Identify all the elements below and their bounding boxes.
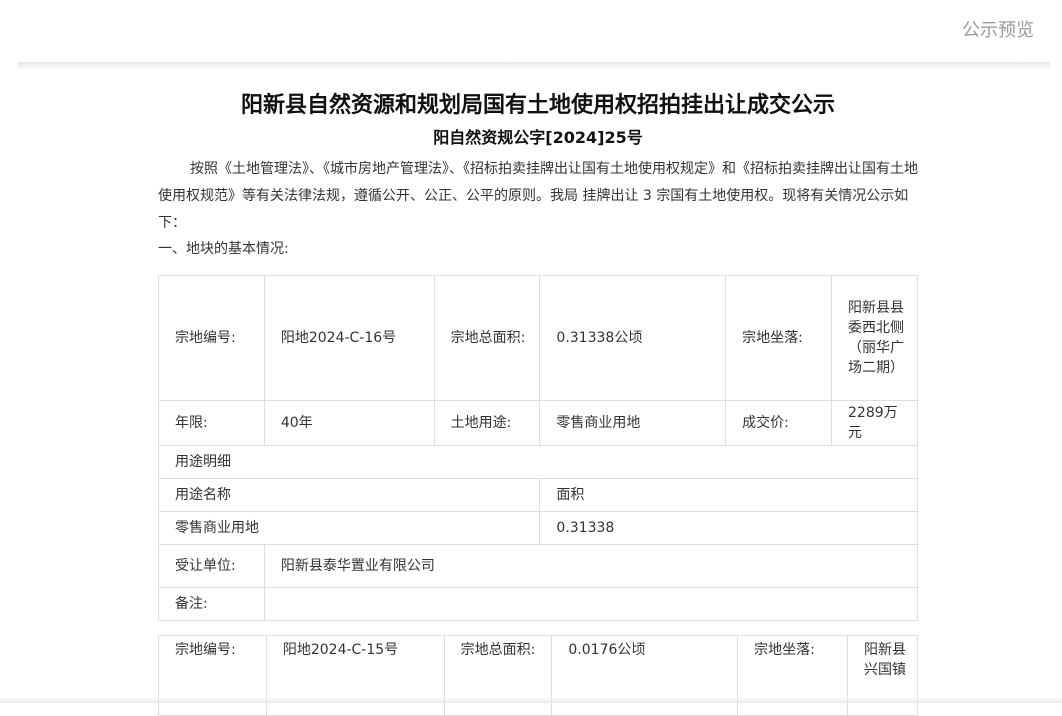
table-row: 零售商业用地 0.31338	[157, 511, 918, 545]
price-label: 成交价:	[725, 400, 833, 446]
location-label: 宗地坐落:	[737, 635, 848, 716]
use-name-header: 用途名称	[157, 478, 541, 512]
transferee-label: 受让单位:	[158, 544, 265, 588]
parcel-no-value: 阳地2024-C-15号	[265, 635, 445, 716]
total-area-value: 0.0176公顷	[551, 635, 739, 716]
parcel-no-value: 阳地2024-C-16号	[263, 275, 435, 401]
table-row: 备注:	[158, 587, 919, 621]
term-value: 40年	[263, 400, 435, 446]
table-row: 用途明细	[158, 445, 918, 479]
total-area-value: 0.31338公顷	[539, 275, 727, 401]
total-area-label: 宗地总面积:	[443, 635, 553, 716]
term-label: 年限:	[158, 400, 265, 446]
top-bar: 公示预览	[0, 0, 1062, 62]
location-label: 宗地坐落:	[725, 275, 833, 401]
use-detail-header: 用途明细	[158, 445, 918, 479]
use-name-value: 零售商业用地	[157, 511, 541, 545]
table-row: 宗地编号: 阳地2024-C-16号 宗地总面积: 0.31338公顷 宗地坐落…	[158, 275, 918, 401]
document-number: 阳自然资规公字[2024]25号	[433, 128, 643, 147]
table-row: 宗地编号: 阳地2024-C-15号 宗地总面积: 0.0176公顷 宗地坐落:…	[158, 635, 918, 716]
preview-label: 公示预览	[962, 20, 1034, 41]
top-bar-shadow	[18, 62, 1050, 70]
remarks-label: 备注:	[158, 587, 265, 621]
parcel-table-2: 宗地编号: 阳地2024-C-15号 宗地总面积: 0.0176公顷 宗地坐落:…	[158, 635, 918, 716]
transferee-value: 阳新县泰华置业有限公司	[263, 544, 919, 588]
land-use-value: 零售商业用地	[539, 400, 727, 446]
parcel-no-label: 宗地编号:	[158, 635, 267, 716]
parcel-table-1: 宗地编号: 阳地2024-C-16号 宗地总面积: 0.31338公顷 宗地坐落…	[157, 275, 919, 621]
section-heading: 一、地块的基本情况:	[158, 241, 289, 257]
total-area-label: 宗地总面积:	[433, 275, 541, 401]
parcel-no-label: 宗地编号:	[158, 275, 265, 401]
document-title: 阳新县自然资源和规划局国有土地使用权招拍挂出让成交公示	[240, 93, 835, 118]
price-value: 2289万元	[831, 400, 918, 446]
document-body: 阳新县自然资源和规划局国有土地使用权招拍挂出让成交公示 阳自然资规公字[2024…	[158, 88, 918, 261]
location-value: 阳新县兴国镇	[847, 635, 918, 716]
bottom-shadow	[0, 697, 1062, 703]
table-row: 年限: 40年 土地用途: 零售商业用地 成交价: 2289万元	[158, 400, 918, 446]
remarks-value	[263, 587, 919, 621]
area-header: 面积	[539, 478, 918, 512]
use-area-value: 0.31338	[539, 511, 918, 545]
intro-paragraph: 按照《土地管理法》、《城市房地产管理法》、《招标拍卖挂牌出让国有土地使用权规定》…	[158, 161, 918, 231]
table-row: 受让单位: 阳新县泰华置业有限公司	[158, 544, 919, 588]
table-row: 用途名称 面积	[157, 478, 918, 512]
land-use-label: 土地用途:	[433, 400, 541, 446]
location-value: 阳新县县委西北侧（丽华广场二期）	[831, 275, 918, 401]
